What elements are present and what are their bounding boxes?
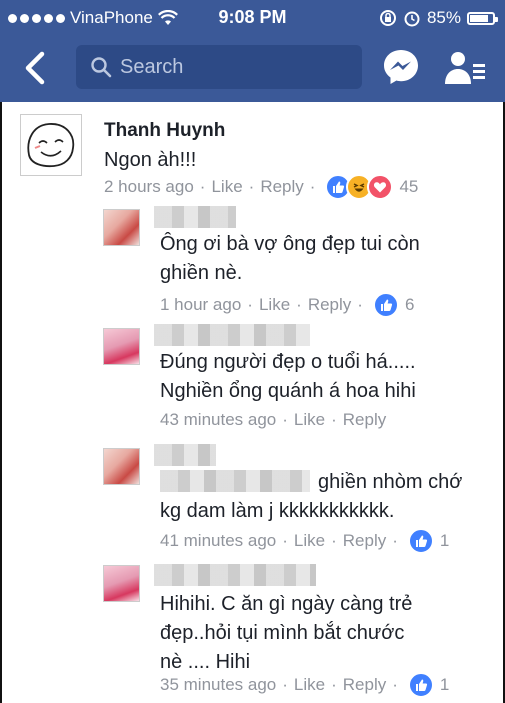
status-bar: VinaPhone 9:08 PM 85% [0, 0, 505, 36]
rotation-lock-icon [379, 10, 396, 26]
comment-meta: 2 hours ago · Like · Reply · 45 [104, 174, 418, 200]
reply-button[interactable]: Reply [260, 177, 303, 197]
like-button[interactable]: Like [211, 177, 242, 197]
comment-meta: 35 minutes ago · Like · Reply · 1 [160, 672, 449, 698]
avatar[interactable] [103, 448, 140, 485]
avatar[interactable] [103, 328, 140, 365]
comment-author[interactable]: Thanh Huynh [104, 120, 225, 142]
blurred-author-name [154, 324, 310, 346]
reaction-count[interactable]: 1 [440, 675, 449, 695]
love-icon [367, 174, 394, 200]
comment-time[interactable]: 2 hours ago [104, 177, 194, 197]
meme-face-avatar [27, 123, 75, 168]
comment-text: Đúng người đẹp o tuổi há..... Nghiền ổng… [160, 351, 416, 402]
search-placeholder: Search [120, 55, 184, 78]
avatar[interactable] [103, 209, 140, 246]
like-button[interactable]: Like [294, 675, 325, 695]
comment-text: ghiền nhòm chớ kg dam làm j kkkkkkkkkkk. [160, 471, 463, 522]
blurred-author-name [154, 564, 316, 586]
comment-time[interactable]: 35 minutes ago [160, 675, 276, 695]
alarm-icon [404, 11, 420, 27]
search-icon [91, 57, 112, 78]
comment-text: Ông ơi bà vợ ông đẹp tui còn ghiền nè. [160, 233, 420, 284]
comment-text: Hihihi. C ăn gì ngày càng trẻ đẹp..hỏi t… [160, 593, 413, 673]
reaction-summary[interactable] [325, 174, 394, 200]
reply-button[interactable]: Reply [343, 410, 386, 430]
battery-percent: 85% [426, 8, 461, 27]
avatar[interactable] [103, 565, 140, 602]
reply-button[interactable]: Reply [343, 531, 386, 551]
like-button[interactable]: Like [294, 410, 325, 430]
reaction-summary[interactable] [407, 528, 434, 554]
reaction-count[interactable]: 1 [440, 531, 449, 551]
comment-time[interactable]: 41 minutes ago [160, 531, 276, 551]
battery-icon [467, 11, 498, 25]
comment-time[interactable]: 43 minutes ago [160, 410, 276, 430]
reaction-summary[interactable] [372, 292, 399, 318]
reaction-count[interactable]: 45 [399, 177, 418, 197]
like-icon [372, 292, 399, 318]
comment-meta: 41 minutes ago · Like · Reply · 1 [160, 528, 449, 554]
comment-meta: 43 minutes ago · Like · Reply [160, 410, 387, 430]
comment-meta: 1 hour ago · Like · Reply · 6 [160, 292, 414, 318]
comment-text: Ngon àh!!! [104, 149, 197, 171]
reaction-count[interactable]: 6 [405, 295, 414, 315]
like-icon [407, 528, 434, 554]
search-input[interactable]: Search [76, 45, 362, 89]
like-button[interactable]: Like [259, 295, 290, 315]
back-button[interactable] [18, 50, 54, 86]
friend-requests-icon[interactable] [444, 48, 488, 88]
navigation-bar: Search [0, 36, 505, 102]
reply-button[interactable]: Reply [343, 675, 386, 695]
reaction-summary[interactable] [407, 672, 434, 698]
messenger-icon[interactable] [381, 47, 421, 87]
blurred-author-name [154, 206, 236, 228]
blurred-author-name [154, 444, 216, 466]
like-icon [407, 672, 434, 698]
comment-time[interactable]: 1 hour ago [160, 295, 241, 315]
reply-button[interactable]: Reply [308, 295, 351, 315]
avatar[interactable] [20, 114, 82, 176]
like-button[interactable]: Like [294, 531, 325, 551]
comment-thread: Thanh Huynh Ngon àh!!! 2 hours ago · Like… [0, 102, 505, 703]
status-right: 85% [379, 8, 498, 28]
